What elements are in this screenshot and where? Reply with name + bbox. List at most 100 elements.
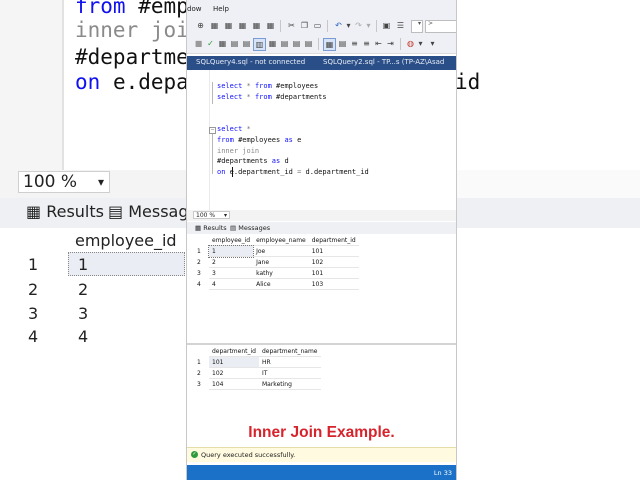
tab-messages[interactable]: ▤ Messages: [230, 224, 270, 232]
config-dropdown[interactable]: ▾: [411, 20, 423, 33]
background-code-line-3: #departmen: [75, 45, 202, 69]
client-stats-icon[interactable]: ▦: [267, 38, 278, 49]
cut-icon[interactable]: ✂: [286, 20, 297, 31]
toolbar-separator: [318, 38, 319, 50]
background-results-tab: ▦ Results: [26, 202, 104, 221]
table-row[interactable]: 4 4 Alice 103: [195, 278, 359, 290]
query-designer-icon[interactable]: ▤: [241, 38, 252, 49]
tab-results[interactable]: ▦ Results: [195, 224, 227, 232]
background-cell: 4: [78, 327, 89, 346]
row-number[interactable]: 1: [195, 357, 209, 368]
properties-icon[interactable]: ☰: [395, 20, 406, 31]
fold-guide: [212, 82, 213, 104]
dax-query-icon[interactable]: ▦: [265, 20, 276, 31]
grid-cell[interactable]: IT: [258, 367, 321, 379]
background-code-line-1: from #empl: [75, 0, 202, 18]
mdx-query-icon[interactable]: ▦: [223, 20, 234, 31]
line-number-indicator: Ln 33: [433, 469, 452, 477]
departments-results-grid[interactable]: department_id department_name 1 101 HR 2…: [195, 346, 321, 390]
execute-icon[interactable]: ✓: [205, 38, 216, 49]
background-row-number: 3: [28, 304, 39, 323]
toolbar-options-icon[interactable]: ▾: [427, 38, 438, 49]
grid-cell[interactable]: Jane: [253, 256, 309, 268]
results-grid-icon[interactable]: ▦: [323, 38, 336, 51]
grid-cell[interactable]: 102: [209, 367, 259, 379]
grid-cell[interactable]: 1: [207, 244, 255, 258]
grid-cell[interactable]: 101: [308, 267, 359, 279]
decrease-indent-icon[interactable]: ⇤: [373, 38, 384, 49]
db-query-icon[interactable]: ▦: [209, 20, 220, 31]
table-row[interactable]: 3 3 kathy 101: [195, 267, 359, 279]
copy-icon[interactable]: ❐: [299, 20, 310, 31]
column-header[interactable]: employee_id: [209, 235, 254, 246]
stop-icon[interactable]: ■: [193, 38, 204, 49]
results-file-icon[interactable]: ▤: [337, 38, 348, 49]
dmx-query-icon[interactable]: ▦: [237, 20, 248, 31]
new-query-icon[interactable]: ⊕: [195, 20, 206, 31]
comment-icon[interactable]: ≡: [349, 38, 360, 49]
grid-cell[interactable]: HR: [258, 356, 321, 368]
uncomment-icon[interactable]: ≡: [361, 38, 372, 49]
column-header[interactable]: department_id: [308, 235, 359, 246]
code-line: inner join: [217, 147, 260, 155]
row-number[interactable]: 3: [195, 268, 209, 279]
grid-cell[interactable]: Alice: [253, 278, 309, 290]
table-row[interactable]: 1 1 Joe 101: [195, 244, 359, 258]
fold-guide: [212, 130, 213, 174]
code-line: select * from #departments: [217, 93, 327, 101]
tab-sqlquery2[interactable]: SQLQuery2.sql - TP...s (TP-AZ\Asad: [323, 58, 444, 66]
background-cell: 3: [78, 304, 89, 323]
table-row[interactable]: 1 101 HR: [195, 356, 321, 368]
menu-help[interactable]: Help: [213, 5, 229, 13]
row-number[interactable]: 2: [195, 368, 209, 379]
background-right-text: id: [455, 70, 481, 94]
live-stats-icon[interactable]: ▤: [291, 38, 302, 49]
grid-cell[interactable]: Marketing: [258, 378, 321, 390]
increase-indent-icon[interactable]: ⇥: [385, 38, 396, 49]
employees-results-grid[interactable]: employee_id employee_name department_id …: [195, 235, 359, 290]
toolbar-separator: [327, 20, 328, 32]
column-header[interactable]: employee_name: [253, 235, 309, 246]
grid-cell[interactable]: 3: [209, 267, 254, 279]
quick-launch-box[interactable]: >: [425, 20, 456, 33]
zoom-bar: 100 % ▾: [187, 210, 456, 221]
grid-cell[interactable]: kathy: [253, 267, 309, 279]
query-editor[interactable]: select * from #employees select * from #…: [187, 70, 456, 210]
results-text-icon[interactable]: ▤: [303, 38, 314, 49]
collapse-toggle-icon[interactable]: −: [209, 127, 216, 134]
solution-explorer-icon[interactable]: ▣: [381, 20, 392, 31]
grid-cell[interactable]: 4: [209, 278, 254, 290]
menu-window[interactable]: dow: [187, 5, 201, 13]
column-header[interactable]: department_name: [258, 346, 321, 357]
grid-cell[interactable]: 103: [308, 278, 359, 290]
table-row[interactable]: 2 102 IT: [195, 367, 321, 379]
actual-plan-icon[interactable]: ▤: [279, 38, 290, 49]
grid-cell[interactable]: 102: [308, 256, 359, 268]
results-splitter[interactable]: [187, 343, 456, 345]
row-number[interactable]: 3: [195, 379, 209, 390]
grid-cell[interactable]: 104: [209, 378, 259, 390]
table-row[interactable]: 2 2 Jane 102: [195, 256, 359, 268]
row-number[interactable]: 4: [195, 279, 209, 290]
grid-cell[interactable]: Joe: [253, 245, 309, 257]
grid-cell[interactable]: 2: [209, 256, 254, 268]
row-header-corner: [195, 235, 209, 246]
intellisense-icon[interactable]: ▥: [253, 38, 266, 51]
success-check-icon: ✓: [191, 451, 198, 458]
paste-icon[interactable]: ▭: [312, 20, 323, 31]
redo-dropdown-icon[interactable]: ▾: [363, 20, 374, 31]
row-number[interactable]: 2: [195, 257, 209, 268]
xmla-query-icon[interactable]: ▦: [251, 20, 262, 31]
grid-cell[interactable]: 101: [209, 356, 259, 368]
document-tab-bar: SQLQuery4.sql - not connected SQLQuery2.…: [187, 56, 456, 70]
specify-values-dropdown-icon[interactable]: ▾: [415, 38, 426, 49]
table-row[interactable]: 3 104 Marketing: [195, 378, 321, 390]
toolbar-separator: [400, 38, 401, 50]
display-plan-icon[interactable]: ▤: [229, 38, 240, 49]
parse-icon[interactable]: ▦: [217, 38, 228, 49]
zoom-select[interactable]: 100 % ▾: [193, 211, 230, 219]
row-number[interactable]: 1: [195, 246, 209, 257]
grid-cell[interactable]: 101: [308, 245, 359, 257]
tab-sqlquery4[interactable]: SQLQuery4.sql - not connected: [196, 58, 305, 66]
column-header[interactable]: department_id: [209, 346, 259, 357]
